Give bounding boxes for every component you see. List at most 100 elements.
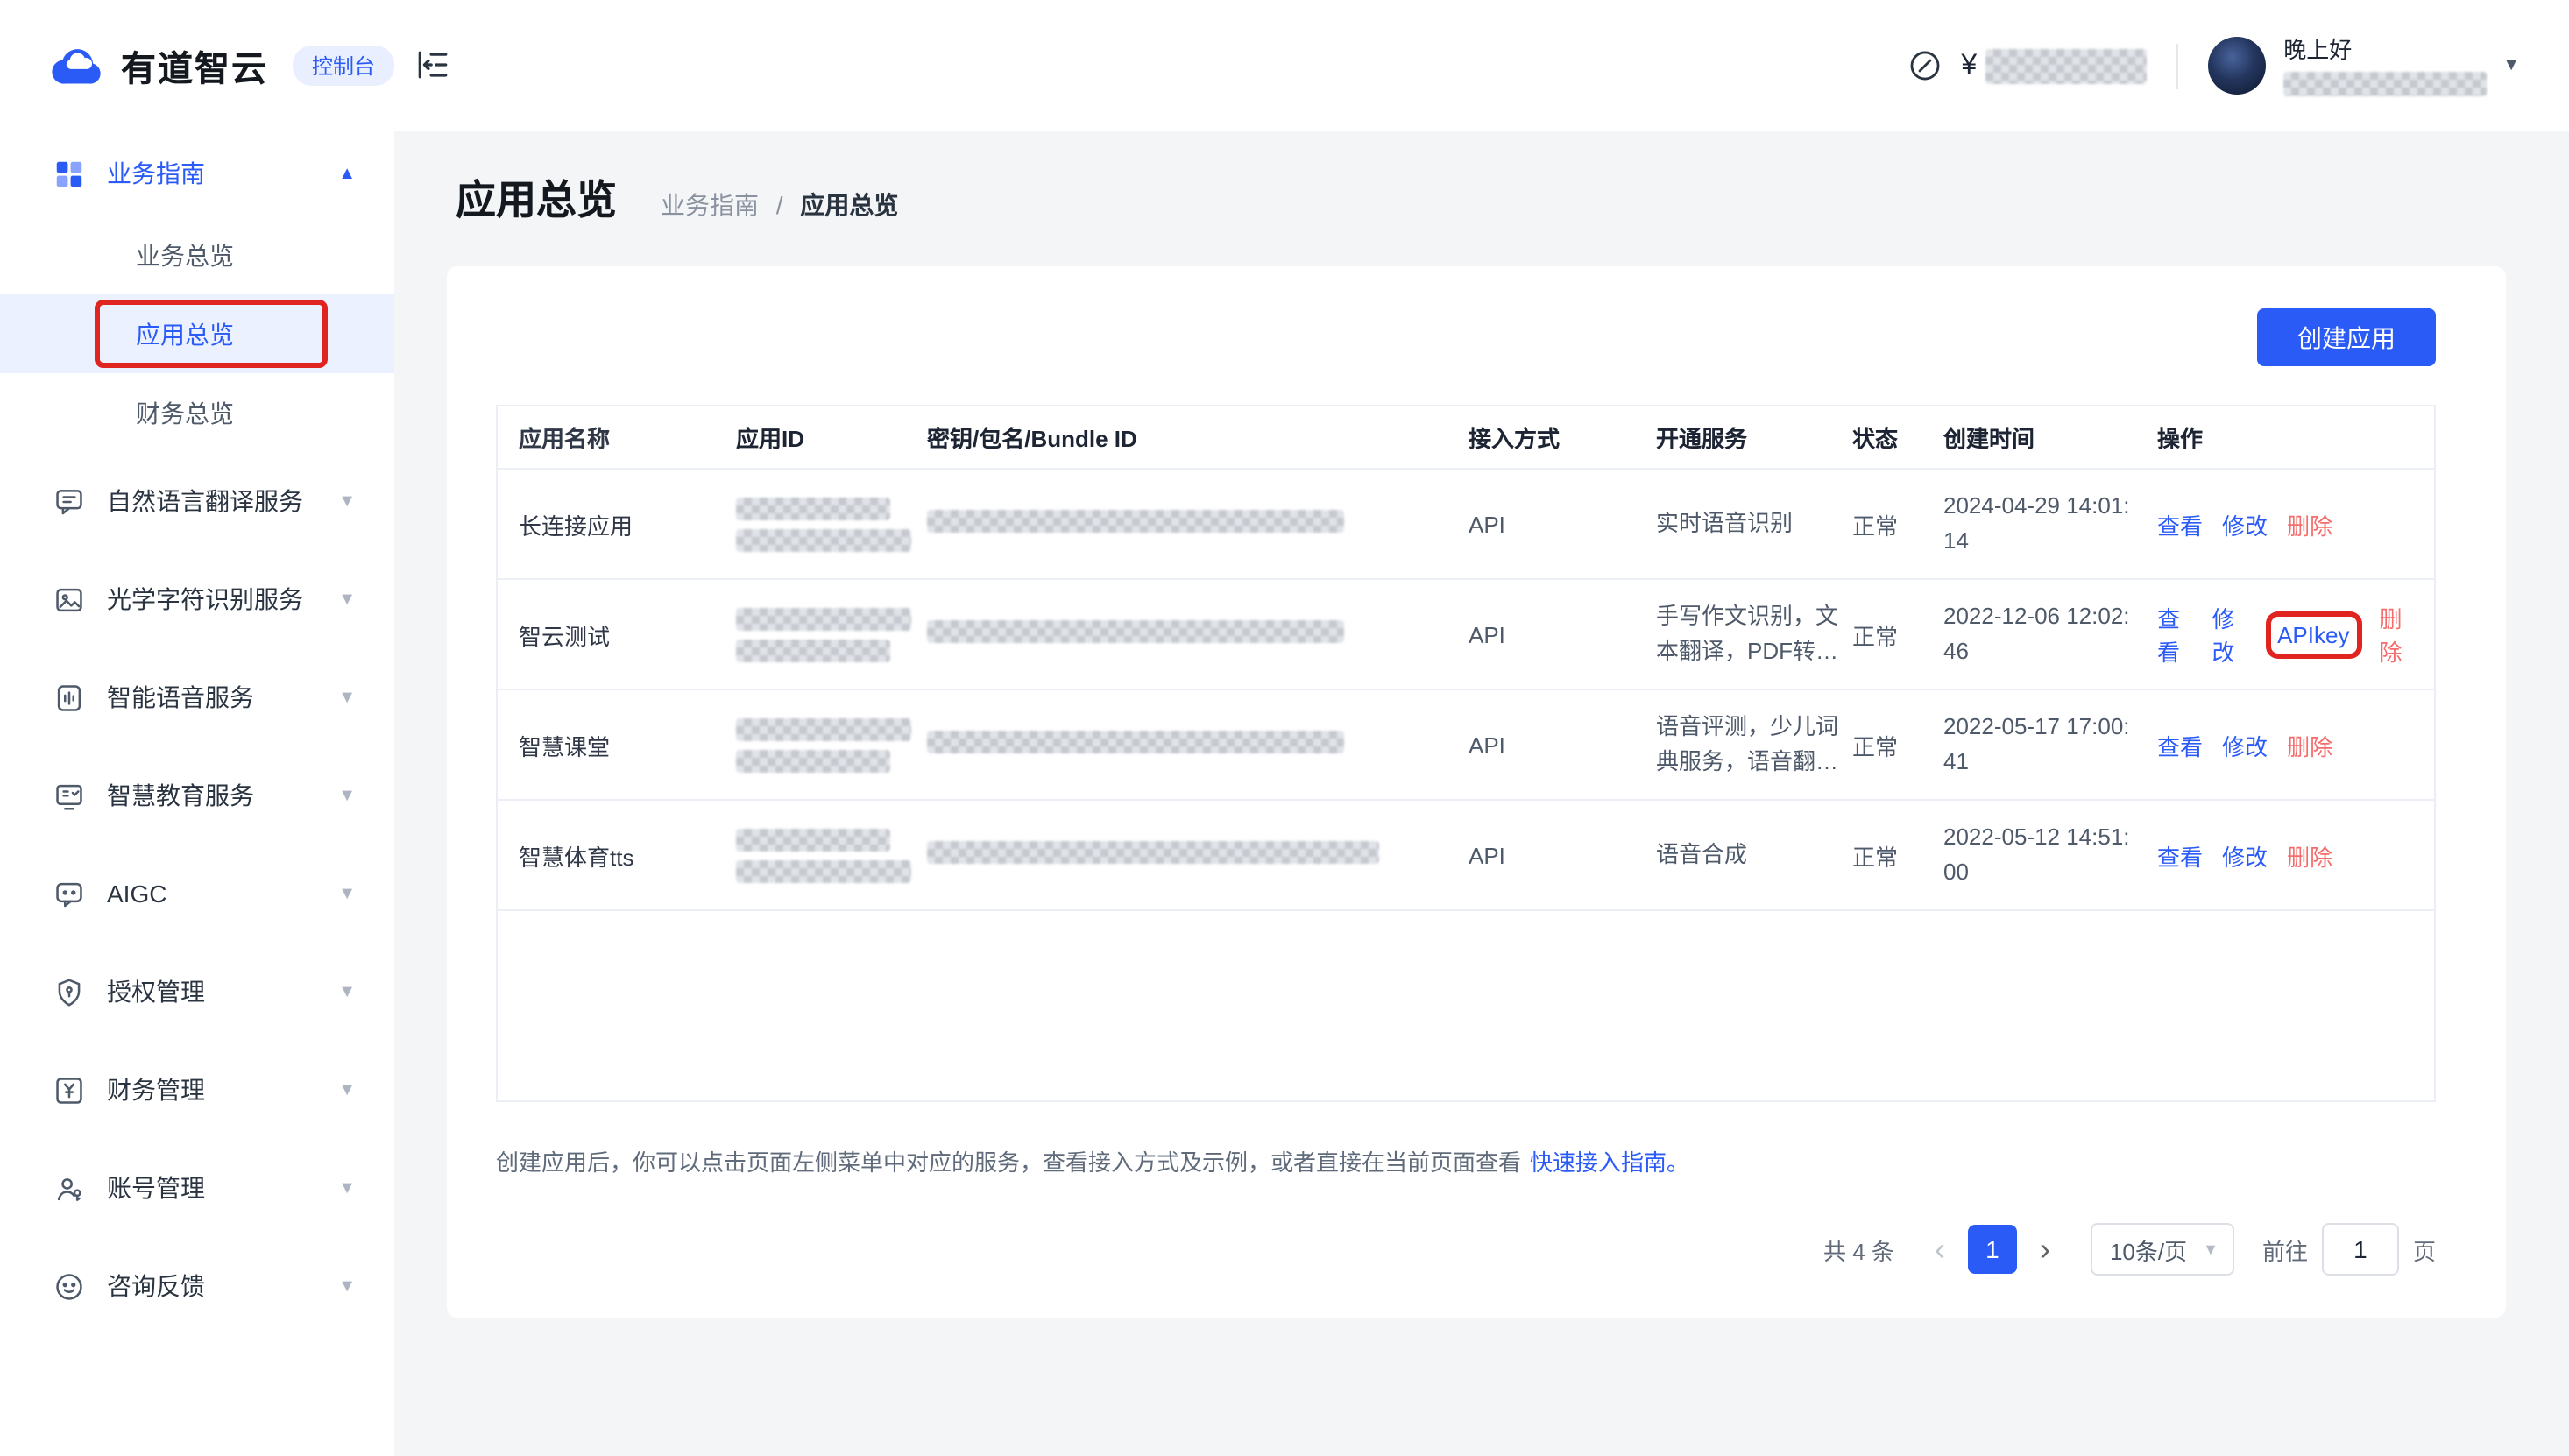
chevron-down-icon: ▼ [338, 1178, 356, 1198]
col-header-key: 密钥/包名/Bundle ID [927, 421, 1469, 454]
col-header-created: 创建时间 [1943, 421, 2157, 454]
voice-icon [53, 681, 86, 714]
view-link[interactable]: 查看 [2157, 507, 2203, 541]
cell-status: 正常 [1852, 728, 1943, 761]
cell-key [927, 620, 1469, 648]
sidebar: 业务指南 ▲ 业务总览 应用总览 财务总览 自然语言翻译服务 ▼ [0, 131, 394, 1335]
view-link[interactable]: 查看 [2157, 728, 2203, 761]
sidebar-group-finance[interactable]: 财务管理 ▼ [0, 1041, 394, 1139]
shield-icon [53, 975, 86, 1008]
next-page-icon[interactable]: › [2024, 1233, 2066, 1265]
chevron-down-icon: ▼ [338, 884, 356, 903]
table-row: 智云测试 API 手写作文识别，文本翻译，PDF转… 正常 2022-12-06 [498, 580, 2434, 690]
quick-start-guide-link[interactable]: 快速接入指南。 [1530, 1149, 1689, 1176]
table-row: 长连接应用 API 实时语音识别 正常 2024-04-29 14:01:14 [498, 470, 2434, 580]
redacted-app-id [736, 497, 890, 519]
image-icon [53, 583, 86, 616]
help-note-text: 创建应用后，你可以点击页面左侧菜单中对应的服务，查看接入方式及示例，或者直接在当… [496, 1149, 1521, 1176]
cell-app-name: 智慧体育tts [519, 838, 736, 872]
chevron-down-icon: ▼ [338, 786, 356, 805]
page-head: 应用总览 业务指南 / 应用总览 [456, 166, 2569, 226]
chevron-down-icon: ▼ [338, 688, 356, 707]
chevron-down-icon[interactable]: ▼ [2502, 56, 2520, 75]
col-header-operations: 操作 [2157, 421, 2434, 454]
avatar[interactable] [2208, 37, 2266, 95]
sidebar-collapse-icon[interactable] [414, 46, 452, 84]
smiley-icon [53, 1269, 86, 1303]
edit-link[interactable]: 修改 [2222, 838, 2268, 872]
cell-operations: 查看 修改 删除 [2157, 728, 2434, 761]
education-icon [53, 779, 86, 812]
redacted-app-id [736, 859, 911, 882]
page-title: 应用总览 [456, 166, 617, 226]
create-app-button[interactable]: 创建应用 [2257, 308, 2436, 366]
page-1-button[interactable]: 1 [1968, 1225, 2017, 1274]
sidebar-group-feedback[interactable]: 咨询反馈 ▼ [0, 1237, 394, 1335]
app-overview-card: 创建应用 应用名称 应用ID 密钥/包名/Bundle ID 接入方式 开通服务… [447, 266, 2506, 1318]
cell-services: 手写作文识别，文本翻译，PDF转… [1656, 599, 1852, 669]
cell-app-id [736, 497, 927, 551]
cell-key [927, 841, 1469, 869]
cell-status: 正常 [1852, 618, 1943, 651]
delete-link[interactable]: 删除 [2379, 601, 2415, 668]
redacted-key [927, 620, 1344, 643]
sidebar-group-nlp-translate[interactable]: 自然语言翻译服务 ▼ [0, 452, 394, 550]
redacted-balance [1985, 48, 2147, 83]
sidebar-item-app-overview[interactable]: 应用总览 [0, 294, 394, 373]
edit-link[interactable]: 修改 [2212, 601, 2248, 668]
sidebar-group-label: 账号管理 [107, 1170, 205, 1205]
cell-access: API [1469, 842, 1656, 868]
delete-link[interactable]: 删除 [2287, 838, 2332, 872]
sidebar-group-account[interactable]: 账号管理 ▼ [0, 1139, 394, 1237]
sidebar-group-business-guide[interactable]: 业务指南 ▲ [0, 131, 394, 216]
redacted-username [2283, 71, 2487, 95]
prev-page-icon[interactable]: ‹ [1919, 1233, 1961, 1265]
view-link[interactable]: 查看 [2157, 601, 2193, 668]
sidebar-group-label: 光学字符识别服务 [107, 582, 303, 617]
chevron-down-icon: ▼ [338, 491, 356, 511]
breadcrumb-parent[interactable]: 业务指南 [661, 191, 759, 219]
apikey-link-annotated[interactable]: APIkey [2270, 616, 2356, 653]
goto-page-input[interactable] [2322, 1223, 2399, 1276]
sidebar-group-label: 智能语音服务 [107, 680, 254, 715]
sidebar-group-label: 咨询反馈 [107, 1269, 205, 1304]
yuan-square-icon [53, 1073, 86, 1106]
sidebar-item-label: 应用总览 [136, 316, 234, 351]
grid-icon [53, 157, 86, 190]
pagination: 共 4 条 ‹ 1 › 10条/页 ▼ 前往 页 [496, 1223, 2436, 1276]
col-header-access: 接入方式 [1469, 421, 1656, 454]
delete-link[interactable]: 删除 [2287, 507, 2332, 541]
edit-link[interactable]: 修改 [2222, 507, 2268, 541]
sidebar-group-voice[interactable]: 智能语音服务 ▼ [0, 648, 394, 746]
sidebar-group-label: 授权管理 [107, 974, 205, 1009]
cell-services: 实时语音识别 [1656, 506, 1852, 541]
sidebar-group-aigc[interactable]: AIGC ▼ [0, 845, 394, 943]
translate-chat-icon [53, 484, 86, 518]
breadcrumb: 业务指南 / 应用总览 [661, 187, 898, 223]
total-count: 共 4 条 [1823, 1233, 1894, 1266]
table-header-row: 应用名称 应用ID 密钥/包名/Bundle ID 接入方式 开通服务 状态 创… [498, 406, 2434, 470]
view-link[interactable]: 查看 [2157, 838, 2203, 872]
redacted-app-id [736, 717, 911, 740]
card-toolbar: 创建应用 [496, 308, 2436, 366]
console-page: 有道智云 控制台 ¥ 晚上好 ▼ [0, 0, 2569, 1456]
cell-operations: 查看 修改 删除 [2157, 507, 2434, 541]
sidebar-group-ocr[interactable]: 光学字符识别服务 ▼ [0, 550, 394, 648]
cell-app-name: 智云测试 [519, 618, 736, 651]
sidebar-group-authorization[interactable]: 授权管理 ▼ [0, 943, 394, 1041]
sidebar-group-education[interactable]: 智慧教育服务 ▼ [0, 746, 394, 845]
circled-slash-icon[interactable] [1907, 47, 1943, 84]
cell-app-id [736, 717, 927, 772]
sidebar-item-label: 业务总览 [136, 237, 234, 272]
sidebar-item-label: 财务总览 [136, 395, 234, 430]
edit-link[interactable]: 修改 [2222, 728, 2268, 761]
breadcrumb-separator: / [776, 191, 783, 219]
cell-created: 2022-12-06 12:02:46 [1943, 599, 2157, 669]
sidebar-item-business-overview[interactable]: 业务总览 [0, 216, 394, 294]
delete-link[interactable]: 删除 [2287, 728, 2332, 761]
sidebar-group-label: 业务指南 [107, 156, 205, 191]
sidebar-item-finance-overview[interactable]: 财务总览 [0, 373, 394, 452]
page-size-select[interactable]: 10条/页 ▼ [2091, 1223, 2234, 1276]
cell-services: 语音合成 [1656, 838, 1852, 873]
redacted-key [927, 841, 1379, 864]
